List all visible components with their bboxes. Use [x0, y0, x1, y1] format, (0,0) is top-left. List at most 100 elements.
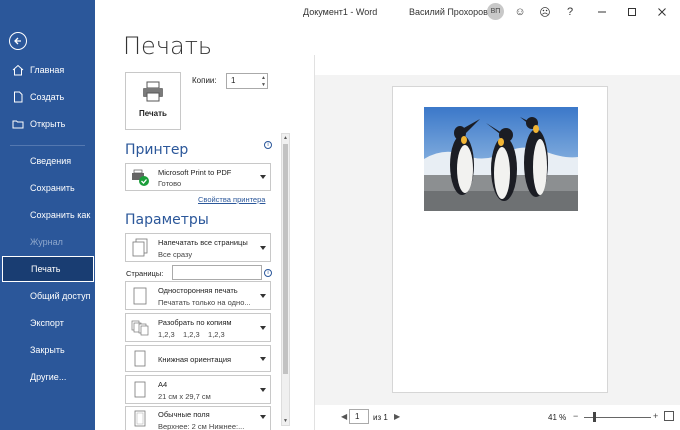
- scroll-up-icon[interactable]: ▲: [282, 135, 289, 141]
- minimize-icon[interactable]: [595, 5, 609, 19]
- portrait-icon: [134, 350, 146, 366]
- sidebar-item-label: Общий доступ: [30, 291, 91, 301]
- help-icon[interactable]: ?: [563, 5, 577, 19]
- spin-up-icon[interactable]: ▲: [261, 75, 266, 81]
- setting-line1: Напечатать все страницы: [158, 238, 248, 247]
- sidebar-item-label: Сохранить как: [30, 210, 91, 220]
- sidebar-item-label: Главная: [30, 65, 65, 75]
- document-title: Документ1 - Word: [303, 7, 378, 17]
- print-range-select[interactable]: Напечатать все страницы Все сразу: [125, 233, 271, 262]
- printer-icon: [143, 81, 163, 102]
- sidebar-item-save-as[interactable]: Сохранить как: [0, 202, 95, 228]
- printer-select[interactable]: Microsoft Print to PDF Готово: [125, 163, 271, 191]
- setting-line1: Обычные поля: [158, 410, 210, 419]
- info-icon[interactable]: i: [264, 269, 272, 277]
- sidebar-item-label: Создать: [30, 92, 65, 102]
- sidebar-item-label: Открыть: [30, 119, 66, 129]
- paper-size-icon: [134, 381, 146, 397]
- pages-stack-icon: [132, 238, 148, 256]
- setting-line1: Книжная ориентация: [158, 355, 232, 364]
- zoom-slider-thumb[interactable]: [593, 412, 596, 422]
- margins-select[interactable]: Обычные поля Верхнее: 2 см Нижнее:...: [125, 406, 271, 430]
- backstage-sidebar: Главная Создать Открыть Сведения Сохрани…: [0, 0, 95, 430]
- chevron-down-icon: [260, 245, 266, 250]
- title-bar: Документ1 - Word Василий Прохоров ВП ☺ ☹…: [95, 0, 680, 24]
- close-icon[interactable]: [655, 5, 669, 19]
- next-page-icon[interactable]: ▶: [394, 412, 400, 421]
- sidebar-item-label: Журнал: [30, 237, 63, 247]
- setting-line2: Верхнее: 2 см Нижнее:...: [158, 422, 245, 430]
- chevron-down-icon: [260, 293, 266, 298]
- settings-scrollbar[interactable]: ▲ ▼: [281, 133, 290, 426]
- back-arrow-icon[interactable]: [9, 32, 27, 50]
- sidebar-item-open[interactable]: Открыть: [0, 111, 95, 137]
- printer-heading: Принтер: [125, 142, 189, 158]
- avatar[interactable]: ВП: [487, 3, 504, 20]
- chevron-down-icon: [260, 356, 266, 361]
- sidebar-item-export[interactable]: Экспорт: [0, 310, 95, 336]
- printer-ready-icon: [132, 169, 149, 186]
- pages-label: Страницы:: [126, 269, 164, 278]
- one-sided-icon: [133, 287, 147, 304]
- sidebar-item-info[interactable]: Сведения: [0, 148, 95, 174]
- page-title: Печать: [123, 32, 213, 60]
- new-doc-icon: [14, 91, 23, 103]
- sidebar-item-label: Другие...: [30, 372, 67, 382]
- penguins-image: [424, 107, 578, 211]
- sidebar-item-new[interactable]: Создать: [0, 84, 95, 110]
- settings-heading: Параметры: [125, 212, 209, 228]
- sidebar-item-print[interactable]: Печать: [2, 256, 94, 282]
- sidebar-item-home[interactable]: Главная: [0, 57, 95, 83]
- copies-stepper[interactable]: 1 ▲ ▼: [226, 73, 268, 89]
- frown-feedback-icon[interactable]: ☹: [538, 5, 552, 19]
- print-button[interactable]: Печать: [125, 72, 181, 130]
- setting-line1: Разобрать по копиям: [158, 318, 232, 327]
- setting-line1: Односторонняя печать: [158, 286, 238, 295]
- setting-line1: A4: [158, 380, 168, 389]
- sidebar-separator: [10, 145, 85, 146]
- paper-size-select[interactable]: A4 21 см x 29,7 см: [125, 375, 271, 404]
- sidebar-item-save[interactable]: Сохранить: [0, 175, 95, 201]
- collate-icon: [131, 320, 149, 335]
- sidebar-item-more[interactable]: Другие...: [0, 364, 95, 390]
- copies-label: Копии:: [192, 76, 217, 85]
- home-icon: [12, 64, 24, 76]
- printer-properties-link[interactable]: Свойства принтера: [198, 195, 265, 204]
- user-name[interactable]: Василий Прохоров: [409, 7, 488, 17]
- maximize-icon[interactable]: [625, 5, 639, 19]
- sidebar-item-label: Закрыть: [30, 345, 65, 355]
- sidebar-item-history: Журнал: [0, 229, 95, 255]
- chevron-down-icon: [260, 175, 266, 179]
- chevron-down-icon: [260, 387, 266, 392]
- pages-input[interactable]: [172, 265, 262, 280]
- scroll-down-icon[interactable]: ▼: [282, 418, 289, 424]
- fit-page-icon[interactable]: [664, 411, 674, 421]
- setting-line2: Печатать только на одно...: [158, 298, 251, 307]
- sidebar-item-label: Печать: [31, 264, 61, 274]
- setting-line2: 1,2,3 1,2,3 1,2,3: [158, 330, 225, 339]
- margins-icon: [134, 410, 146, 427]
- info-icon[interactable]: i: [264, 141, 272, 149]
- zoom-out-icon[interactable]: −: [573, 411, 578, 421]
- sidebar-item-close[interactable]: Закрыть: [0, 337, 95, 363]
- printer-name: Microsoft Print to PDF: [158, 168, 232, 177]
- chevron-down-icon: [260, 415, 266, 419]
- sidebar-item-label: Сведения: [30, 156, 72, 166]
- prev-page-icon[interactable]: ◀: [341, 412, 347, 421]
- copies-value: 1: [231, 76, 236, 85]
- setting-line2: Все сразу: [158, 250, 193, 259]
- spin-down-icon[interactable]: ▼: [261, 82, 266, 88]
- zoom-in-icon[interactable]: +: [653, 411, 658, 421]
- sidebar-item-label: Сохранить: [30, 183, 75, 193]
- folder-open-icon: [12, 120, 24, 129]
- setting-line2: 21 см x 29,7 см: [158, 392, 211, 401]
- chevron-down-icon: [260, 325, 266, 330]
- smile-feedback-icon[interactable]: ☺: [513, 5, 527, 19]
- zoom-level: 41 %: [548, 413, 567, 422]
- orientation-select[interactable]: Книжная ориентация: [125, 345, 271, 372]
- sides-select[interactable]: Односторонняя печать Печатать только на …: [125, 281, 271, 310]
- scrollbar-thumb[interactable]: [283, 144, 288, 374]
- collate-select[interactable]: Разобрать по копиям 1,2,3 1,2,3 1,2,3: [125, 313, 271, 342]
- sidebar-item-share[interactable]: Общий доступ: [0, 283, 95, 309]
- page-number-input[interactable]: 1: [349, 409, 369, 424]
